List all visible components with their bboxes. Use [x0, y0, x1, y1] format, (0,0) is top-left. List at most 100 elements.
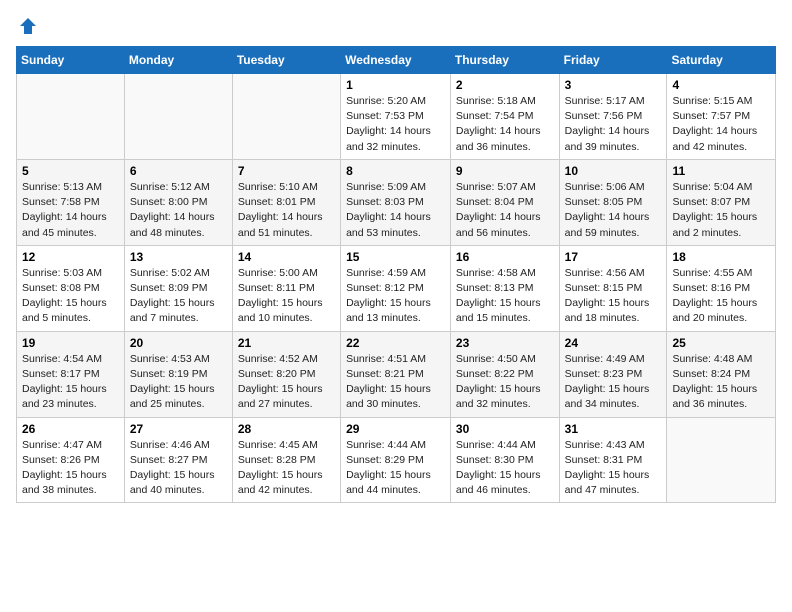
calendar-day-cell: 16 Sunrise: 4:58 AMSunset: 8:13 PMDayligh…	[450, 245, 559, 331]
day-number: 21	[238, 336, 335, 350]
day-number: 26	[22, 422, 119, 436]
calendar-day-cell: 18 Sunrise: 4:55 AMSunset: 8:16 PMDayligh…	[667, 245, 776, 331]
calendar-day-cell: 2 Sunrise: 5:18 AMSunset: 7:54 PMDaylight…	[450, 74, 559, 160]
weekday-header: Thursday	[450, 47, 559, 74]
calendar-day-cell	[232, 74, 340, 160]
day-number: 14	[238, 250, 335, 264]
calendar-week-row: 5Sunrise: 5:13 AMSunset: 7:58 PMDaylight…	[17, 159, 776, 245]
calendar-header-row: SundayMondayTuesdayWednesdayThursdayFrid…	[17, 47, 776, 74]
page-header	[16, 16, 776, 36]
calendar-day-cell: 13 Sunrise: 5:02 AMSunset: 8:09 PMDayligh…	[124, 245, 232, 331]
day-number: 2	[456, 78, 554, 92]
logo	[16, 16, 38, 36]
day-number: 13	[130, 250, 227, 264]
day-number: 7	[238, 164, 335, 178]
day-number: 31	[565, 422, 662, 436]
day-number: 16	[456, 250, 554, 264]
day-number: 11	[672, 164, 770, 178]
calendar-day-cell	[17, 74, 125, 160]
day-number: 28	[238, 422, 335, 436]
day-info: Sunrise: 4:55 AMSunset: 8:16 PMDaylight:…	[672, 266, 770, 327]
day-info: Sunrise: 5:02 AMSunset: 8:09 PMDaylight:…	[130, 266, 227, 327]
day-info: Sunrise: 5:03 AMSunset: 8:08 PMDaylight:…	[22, 266, 119, 327]
calendar-day-cell: 5Sunrise: 5:13 AMSunset: 7:58 PMDaylight…	[17, 159, 125, 245]
calendar-day-cell: 15 Sunrise: 4:59 AMSunset: 8:12 PMDayligh…	[341, 245, 451, 331]
day-number: 8	[346, 164, 445, 178]
day-number: 12	[22, 250, 119, 264]
calendar-day-cell: 31 Sunrise: 4:43 AMSunset: 8:31 PMDayligh…	[559, 417, 667, 503]
day-info: Sunrise: 4:44 AMSunset: 8:29 PMDaylight:…	[346, 438, 445, 499]
day-info: Sunrise: 4:43 AMSunset: 8:31 PMDaylight:…	[565, 438, 662, 499]
calendar-day-cell: 11Sunrise: 5:04 AMSunset: 8:07 PMDayligh…	[667, 159, 776, 245]
calendar-day-cell: 28 Sunrise: 4:45 AMSunset: 8:28 PMDayligh…	[232, 417, 340, 503]
day-info: Sunrise: 4:50 AMSunset: 8:22 PMDaylight:…	[456, 352, 554, 413]
day-info: Sunrise: 4:48 AMSunset: 8:24 PMDaylight:…	[672, 352, 770, 413]
calendar-week-row: 19 Sunrise: 4:54 AMSunset: 8:17 PMDayligh…	[17, 331, 776, 417]
day-info: Sunrise: 4:46 AMSunset: 8:27 PMDaylight:…	[130, 438, 227, 499]
calendar-day-cell: 30 Sunrise: 4:44 AMSunset: 8:30 PMDayligh…	[450, 417, 559, 503]
day-number: 22	[346, 336, 445, 350]
day-number: 10	[565, 164, 662, 178]
weekday-header: Wednesday	[341, 47, 451, 74]
calendar-day-cell: 14 Sunrise: 5:00 AMSunset: 8:11 PMDayligh…	[232, 245, 340, 331]
calendar-day-cell: 23 Sunrise: 4:50 AMSunset: 8:22 PMDayligh…	[450, 331, 559, 417]
calendar-day-cell: 19 Sunrise: 4:54 AMSunset: 8:17 PMDayligh…	[17, 331, 125, 417]
day-number: 9	[456, 164, 554, 178]
calendar-day-cell: 20 Sunrise: 4:53 AMSunset: 8:19 PMDayligh…	[124, 331, 232, 417]
weekday-header: Sunday	[17, 47, 125, 74]
day-info: Sunrise: 5:17 AMSunset: 7:56 PMDaylight:…	[565, 94, 662, 155]
calendar-day-cell: 9 Sunrise: 5:07 AMSunset: 8:04 PMDaylight…	[450, 159, 559, 245]
day-number: 17	[565, 250, 662, 264]
day-number: 25	[672, 336, 770, 350]
calendar-day-cell: 7Sunrise: 5:10 AMSunset: 8:01 PMDaylight…	[232, 159, 340, 245]
calendar-week-row: 12 Sunrise: 5:03 AMSunset: 8:08 PMDayligh…	[17, 245, 776, 331]
day-info: Sunrise: 4:53 AMSunset: 8:19 PMDaylight:…	[130, 352, 227, 413]
calendar-day-cell: 26Sunrise: 4:47 AMSunset: 8:26 PMDayligh…	[17, 417, 125, 503]
calendar-day-cell	[124, 74, 232, 160]
day-number: 15	[346, 250, 445, 264]
calendar-day-cell: 10 Sunrise: 5:06 AMSunset: 8:05 PMDayligh…	[559, 159, 667, 245]
day-number: 4	[672, 78, 770, 92]
day-number: 1	[346, 78, 445, 92]
weekday-header: Friday	[559, 47, 667, 74]
day-info: Sunrise: 5:12 AMSunset: 8:00 PMDaylight:…	[130, 180, 227, 241]
day-info: Sunrise: 4:52 AMSunset: 8:20 PMDaylight:…	[238, 352, 335, 413]
day-number: 27	[130, 422, 227, 436]
day-info: Sunrise: 5:09 AMSunset: 8:03 PMDaylight:…	[346, 180, 445, 241]
day-info: Sunrise: 4:58 AMSunset: 8:13 PMDaylight:…	[456, 266, 554, 327]
day-number: 23	[456, 336, 554, 350]
day-info: Sunrise: 5:06 AMSunset: 8:05 PMDaylight:…	[565, 180, 662, 241]
calendar-day-cell: 17Sunrise: 4:56 AMSunset: 8:15 PMDayligh…	[559, 245, 667, 331]
day-number: 3	[565, 78, 662, 92]
day-info: Sunrise: 4:49 AMSunset: 8:23 PMDaylight:…	[565, 352, 662, 413]
day-info: Sunrise: 4:59 AMSunset: 8:12 PMDaylight:…	[346, 266, 445, 327]
calendar-day-cell: 3 Sunrise: 5:17 AMSunset: 7:56 PMDaylight…	[559, 74, 667, 160]
day-number: 30	[456, 422, 554, 436]
calendar-day-cell: 4 Sunrise: 5:15 AMSunset: 7:57 PMDaylight…	[667, 74, 776, 160]
day-info: Sunrise: 4:45 AMSunset: 8:28 PMDaylight:…	[238, 438, 335, 499]
day-info: Sunrise: 5:15 AMSunset: 7:57 PMDaylight:…	[672, 94, 770, 155]
calendar-day-cell: 24 Sunrise: 4:49 AMSunset: 8:23 PMDayligh…	[559, 331, 667, 417]
calendar-day-cell: 6 Sunrise: 5:12 AMSunset: 8:00 PMDaylight…	[124, 159, 232, 245]
day-info: Sunrise: 4:54 AMSunset: 8:17 PMDaylight:…	[22, 352, 119, 413]
day-info: Sunrise: 5:18 AMSunset: 7:54 PMDaylight:…	[456, 94, 554, 155]
calendar-week-row: 1 Sunrise: 5:20 AMSunset: 7:53 PMDaylight…	[17, 74, 776, 160]
day-info: Sunrise: 4:44 AMSunset: 8:30 PMDaylight:…	[456, 438, 554, 499]
day-info: Sunrise: 5:00 AMSunset: 8:11 PMDaylight:…	[238, 266, 335, 327]
calendar-table: SundayMondayTuesdayWednesdayThursdayFrid…	[16, 46, 776, 503]
weekday-header: Monday	[124, 47, 232, 74]
calendar-day-cell	[667, 417, 776, 503]
weekday-header: Tuesday	[232, 47, 340, 74]
day-info: Sunrise: 5:13 AMSunset: 7:58 PMDaylight:…	[22, 180, 119, 241]
day-number: 6	[130, 164, 227, 178]
day-number: 20	[130, 336, 227, 350]
day-number: 18	[672, 250, 770, 264]
calendar-day-cell: 1 Sunrise: 5:20 AMSunset: 7:53 PMDaylight…	[341, 74, 451, 160]
day-info: Sunrise: 4:51 AMSunset: 8:21 PMDaylight:…	[346, 352, 445, 413]
day-info: Sunrise: 5:20 AMSunset: 7:53 PMDaylight:…	[346, 94, 445, 155]
calendar-day-cell: 29Sunrise: 4:44 AMSunset: 8:29 PMDayligh…	[341, 417, 451, 503]
day-number: 24	[565, 336, 662, 350]
day-number: 19	[22, 336, 119, 350]
calendar-week-row: 26Sunrise: 4:47 AMSunset: 8:26 PMDayligh…	[17, 417, 776, 503]
day-info: Sunrise: 5:07 AMSunset: 8:04 PMDaylight:…	[456, 180, 554, 241]
